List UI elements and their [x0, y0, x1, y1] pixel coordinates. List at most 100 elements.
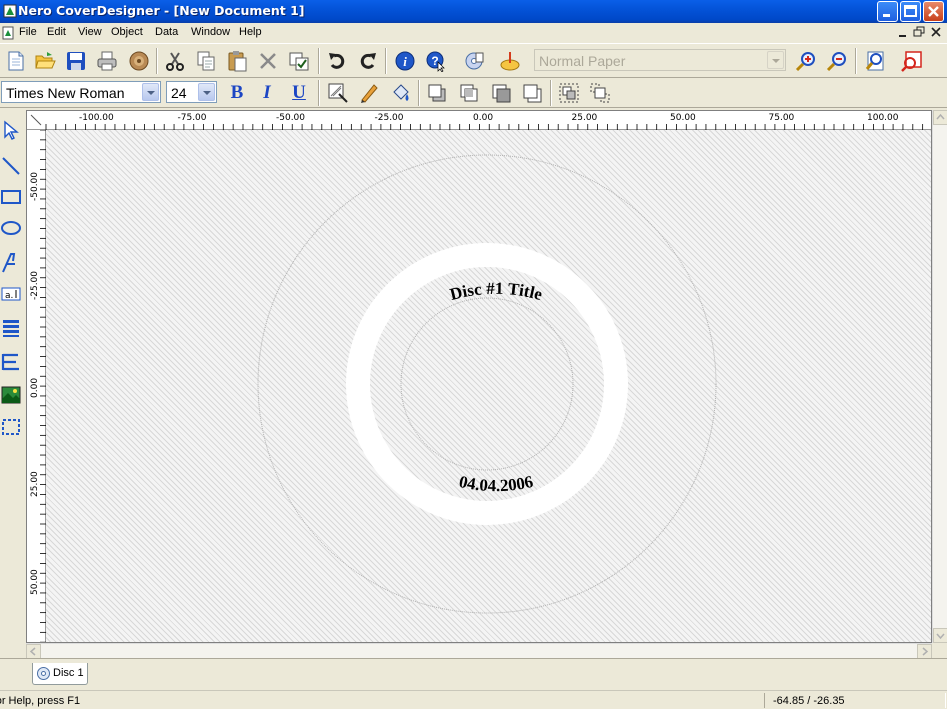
underline-button[interactable]: U	[287, 81, 311, 105]
menu-edit[interactable]: Edit	[47, 26, 66, 38]
disc-print-icon	[465, 52, 484, 70]
horizontal-scrollbar[interactable]	[26, 643, 932, 659]
menu-window[interactable]: Window	[191, 26, 230, 38]
mdi-close-button[interactable]	[929, 26, 943, 39]
paste-icon	[228, 51, 247, 72]
zoom-out-button[interactable]	[824, 48, 850, 74]
rectangle-tool[interactable]	[0, 185, 22, 209]
zoom-fit-button[interactable]	[899, 48, 925, 74]
line-tool[interactable]	[0, 154, 22, 178]
save-icon	[67, 52, 85, 70]
tab-label: Disc 1	[53, 667, 84, 679]
scroll-up-button[interactable]	[933, 110, 947, 125]
menu-data[interactable]: Data	[155, 26, 178, 38]
menu-file[interactable]: File	[19, 26, 37, 38]
disc-print-button[interactable]	[461, 48, 487, 74]
minimize-icon	[899, 35, 906, 37]
maximize-button[interactable]	[900, 1, 921, 22]
redo-icon	[360, 53, 376, 69]
rectangle-tool-icon	[1, 190, 21, 204]
paper-type-select[interactable]: Normal Paper	[534, 49, 786, 71]
tool-palette: a.	[0, 110, 24, 658]
info-button[interactable]: i	[392, 48, 418, 74]
maximize-icon	[904, 5, 917, 17]
save-button[interactable]	[63, 48, 89, 74]
mdi-restore-button[interactable]	[912, 26, 926, 39]
scroll-down-button[interactable]	[933, 628, 947, 643]
cut-button[interactable]	[162, 48, 188, 74]
scroll-right-button[interactable]	[917, 644, 932, 659]
bring-to-front-button[interactable]	[424, 80, 450, 106]
group-icon	[559, 83, 579, 103]
title-bar: Nero CoverDesigner - [New Document 1]	[0, 0, 947, 23]
zoom-in-button[interactable]	[793, 48, 819, 74]
scroll-left-button[interactable]	[26, 644, 41, 659]
print-button[interactable]	[94, 48, 120, 74]
ruler-label: -50.00	[30, 171, 40, 201]
pencil-button[interactable]	[356, 80, 382, 106]
undo-button[interactable]	[324, 48, 350, 74]
ruler-label: 25.00	[30, 470, 40, 497]
database-button[interactable]	[126, 48, 152, 74]
minimize-button[interactable]	[877, 1, 898, 22]
move-forward-button[interactable]	[488, 80, 514, 106]
chevron-down-icon	[936, 633, 945, 640]
vertical-scrollbar[interactable]	[932, 110, 947, 643]
new-document-button[interactable]	[3, 48, 29, 74]
ungroup-button[interactable]	[587, 80, 613, 106]
disc-date-text[interactable]: 04.04.2006	[457, 472, 535, 495]
artistic-text-tool[interactable]	[0, 251, 22, 275]
zoom-page-button[interactable]	[862, 48, 888, 74]
disc-outer-edge	[257, 154, 717, 614]
delete-button[interactable]	[255, 48, 281, 74]
document-icon[interactable]	[2, 26, 15, 40]
toolbar-separator	[318, 48, 320, 74]
group-button[interactable]	[556, 80, 582, 106]
italic-button[interactable]: I	[255, 81, 279, 105]
redo-button[interactable]	[355, 48, 381, 74]
ruler-corner	[30, 114, 42, 126]
paragraph-text-tool[interactable]	[0, 350, 22, 374]
paint-brush-button[interactable]	[497, 48, 523, 74]
text-box-tool[interactable]: a.	[0, 282, 22, 306]
ruler-label: -50.00	[276, 113, 306, 123]
ellipse-tool[interactable]	[0, 216, 22, 240]
mdi-minimize-button[interactable]	[896, 26, 910, 39]
font-size-select[interactable]: 24	[166, 81, 217, 103]
disc-title-text[interactable]: Disc #1 Title	[448, 279, 545, 304]
select-tool[interactable]	[0, 118, 22, 142]
whats-this-icon: ?	[426, 51, 445, 72]
svg-text:a.: a.	[5, 291, 13, 301]
bold-button[interactable]: B	[225, 81, 249, 105]
properties-button[interactable]	[286, 48, 312, 74]
zoom-in-icon	[795, 52, 815, 72]
standard-toolbar: i ? Normal Paper	[0, 43, 947, 78]
open-folder-icon	[35, 52, 56, 69]
font-family-select[interactable]: Times New Roman	[1, 81, 161, 103]
menu-help[interactable]: Help	[239, 26, 262, 38]
zoom-fit-icon	[901, 51, 922, 72]
frame-tool[interactable]	[0, 415, 22, 439]
undo-icon	[329, 53, 345, 69]
whats-this-button[interactable]: ?	[423, 48, 449, 74]
fill-bucket-button[interactable]	[388, 80, 414, 106]
field-list-tool[interactable]	[0, 316, 22, 340]
menu-object[interactable]: Object	[111, 26, 143, 38]
bring-to-front-icon	[428, 84, 446, 102]
image-tool[interactable]	[0, 383, 22, 407]
design-canvas[interactable]: -100.00 -75.00 -50.00 -25.00 0.00 25.00 50.00 7…	[26, 110, 932, 643]
toolbar-separator	[418, 80, 420, 106]
edit-object-button[interactable]	[325, 80, 351, 106]
work-area[interactable]: Disc #1 Title 04.04.2006	[46, 130, 931, 642]
copy-button[interactable]	[193, 48, 219, 74]
open-button[interactable]	[32, 48, 58, 74]
move-backward-icon	[523, 84, 542, 103]
tab-disc-1[interactable]: Disc 1	[32, 663, 88, 685]
close-button[interactable]	[923, 1, 944, 22]
paste-button[interactable]	[224, 48, 250, 74]
move-backward-button[interactable]	[519, 80, 545, 106]
ruler-label: -25.00	[374, 113, 404, 123]
chevron-down-icon	[198, 83, 215, 101]
menu-view[interactable]: View	[78, 26, 102, 38]
send-to-back-button[interactable]	[456, 80, 482, 106]
